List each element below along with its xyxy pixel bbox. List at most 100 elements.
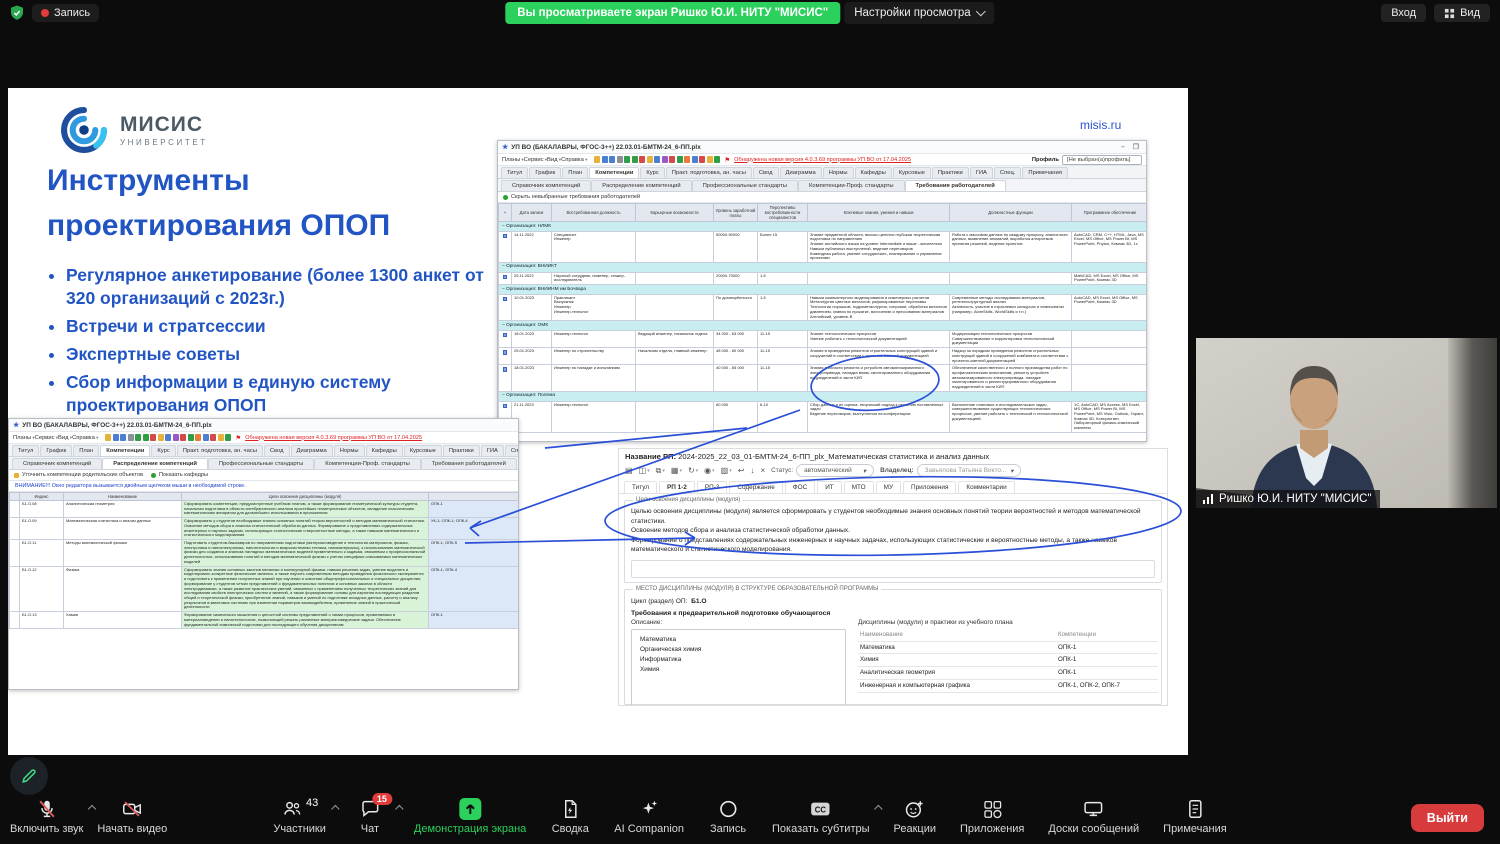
row-checkbox[interactable]: [503, 275, 508, 280]
share-screen-button[interactable]: Демонстрация экрана: [414, 797, 526, 835]
tab-Титул[interactable]: Титул: [624, 481, 657, 493]
profile-field[interactable]: Профиль [Не выбран(а)профиль]: [1032, 155, 1142, 165]
tab-ГИА[interactable]: ГИА: [481, 445, 504, 456]
owner-dropdown[interactable]: Владелец: Завьялова Татьяна Викто...▾: [880, 464, 1021, 477]
tab-МТО[interactable]: МТО: [844, 481, 874, 493]
security-shield-icon[interactable]: [8, 4, 26, 22]
tab-Практ. подготовка, ан. часы[interactable]: Практ. подготовка, ан. часы: [666, 167, 752, 178]
table-row[interactable]: 14.11.2022Специалист Инженер50000-90000Б…: [499, 231, 1148, 262]
tab-РП-3[interactable]: РП-3: [697, 481, 728, 493]
chevron-up-icon[interactable]: [331, 805, 339, 813]
menu-Справка[interactable]: Справка: [72, 435, 98, 441]
tab-Кафедры[interactable]: Кафедры: [855, 167, 892, 178]
tab-Практики[interactable]: Практики: [932, 167, 969, 178]
rp-tool-icon[interactable]: ▦▾: [671, 466, 682, 475]
rp-tool-icon[interactable]: ↓: [750, 466, 754, 475]
window-controls[interactable]: – ❐: [1121, 143, 1142, 151]
notes-button[interactable]: Примечания: [1163, 797, 1227, 835]
tab-Профессиональные стандарты[interactable]: Профессиональные стандарты: [692, 180, 798, 191]
whiteboards-button[interactable]: Доски сообщений: [1048, 797, 1139, 835]
rp-tool-icon[interactable]: ↻▾: [688, 466, 698, 475]
org-group-row[interactable]: – Организация: ВНИИНМ им Бочвара: [499, 285, 1148, 295]
refine-competencies-button[interactable]: Уточнить компетенции родительских объект…: [14, 472, 143, 478]
window-title-bar[interactable]: ★ УП ВО (БАКАЛАВРЫ, ФГОС-3++) 22.03.01-Б…: [9, 419, 518, 431]
chevron-up-icon[interactable]: [395, 805, 403, 813]
table-row[interactable]: Б1.О.08Аналитическая геометрияСформирова…: [10, 501, 520, 518]
tab-РП 1-2[interactable]: РП 1-2: [659, 481, 695, 493]
table-row[interactable]: 21.11.2023Инженер-технолог60 0006-10Сбор…: [499, 401, 1148, 432]
goals-text[interactable]: Целью освоения дисциплины (модуля) являе…: [631, 507, 1155, 555]
leave-button[interactable]: Выйти: [1411, 804, 1484, 832]
tab-Требования работодателей[interactable]: Требования работодателей: [905, 180, 1006, 191]
tab-Практ. подготовка, ан. часы[interactable]: Практ. подготовка, ан. часы: [177, 445, 263, 456]
show-departments-button[interactable]: Показать кафедры: [151, 472, 208, 478]
speaker-video-tile[interactable]: Ришко Ю.И. НИТУ "МИСИС": [1196, 338, 1497, 508]
tab-Распределение компетенций[interactable]: Распределение компетенций: [102, 458, 208, 469]
view-button[interactable]: Вид: [1434, 4, 1490, 22]
tab-Титул[interactable]: Титул: [501, 167, 528, 178]
tab-Компетенции[interactable]: Компетенции: [100, 445, 150, 456]
status-dropdown[interactable]: Статус: автоматический▾: [771, 464, 874, 477]
update-link[interactable]: Обнаружена новая версия 4.0.3.69 програм…: [734, 157, 911, 163]
tab-Титул[interactable]: Титул: [12, 445, 39, 456]
tab-Свод[interactable]: Свод: [264, 445, 290, 456]
mute-button[interactable]: Включить звук: [10, 797, 83, 835]
tab-Кафедры[interactable]: Кафедры: [366, 445, 403, 456]
table-row[interactable]: Б1.О.13ХимияФормирование химического мыш…: [10, 612, 520, 629]
menu-Вид[interactable]: Вид: [547, 157, 561, 163]
menu-Сервис[interactable]: Сервис: [35, 435, 58, 441]
row-checkbox[interactable]: [503, 297, 508, 302]
tab-Примечания[interactable]: Примечания: [1022, 167, 1067, 178]
tab-Курс[interactable]: Курс: [151, 445, 175, 456]
tab-Нормы[interactable]: Нормы: [823, 167, 854, 178]
tab-Компетенции-Проф. стандарты[interactable]: Компетенции-Проф. стандарты: [314, 458, 421, 469]
plan-row[interactable]: ХимияОПК-1: [858, 654, 1158, 667]
table-row[interactable]: 10.01.2023Практикант Выпускник Инженер И…: [499, 294, 1148, 321]
ai-companion-button[interactable]: AI Companion: [614, 797, 684, 835]
tab-Спец.[interactable]: Спец.: [505, 445, 519, 456]
rp-tool-icon[interactable]: ▤: [625, 466, 633, 475]
tab-Требования работодателей[interactable]: Требования работодателей: [421, 458, 517, 469]
row-checkbox[interactable]: [503, 404, 508, 409]
rp-tool-icon[interactable]: ↩: [738, 466, 745, 475]
rp-tool-icon[interactable]: ▧▾: [721, 466, 732, 475]
chevron-up-icon[interactable]: [88, 805, 96, 813]
tab-Справочник компетенций[interactable]: Справочник компетенций: [12, 458, 102, 469]
tab-ФОС[interactable]: ФОС: [785, 481, 815, 493]
tab-График[interactable]: График: [40, 445, 72, 456]
participants-button[interactable]: 43Участники: [273, 797, 326, 835]
tab-Свод[interactable]: Свод: [753, 167, 779, 178]
captions-button[interactable]: CCПоказать субтитры: [772, 797, 870, 835]
summary-button[interactable]: Сводка: [550, 797, 590, 835]
tab-Нормы[interactable]: Нормы: [334, 445, 365, 456]
table-row[interactable]: 25.11.2022Научный сотрудник, инженер, ст…: [499, 272, 1148, 284]
tab-МУ[interactable]: МУ: [876, 481, 901, 493]
toolbar-icons[interactable]: [594, 156, 720, 163]
apps-button[interactable]: Приложения: [960, 797, 1024, 835]
hide-unselected-button[interactable]: Скрыть невыбранные требования работодате…: [503, 194, 640, 200]
row-checkbox[interactable]: [503, 333, 508, 338]
tab-График[interactable]: График: [529, 167, 561, 178]
tab-Курсовые[interactable]: Курсовые: [404, 445, 442, 456]
menu-Справка[interactable]: Справка: [561, 157, 587, 163]
menu-Сервис[interactable]: Сервис: [524, 157, 547, 163]
rp-tool-icon[interactable]: ◉▾: [704, 466, 715, 475]
table-row[interactable]: 18.01.2023Инженер по наладке и испытания…: [499, 365, 1148, 392]
window-title-bar[interactable]: ★ УП ВО (БАКАЛАВРЫ, ФГОС-3++) 22.03.01-Б…: [498, 141, 1146, 153]
plan-row[interactable]: МатематикаОПК-1: [858, 642, 1158, 655]
org-group-row[interactable]: – Организация: ВНИИКТ: [499, 262, 1148, 272]
tab-Приложения[interactable]: Приложения: [903, 481, 956, 493]
plan-row[interactable]: Инженерная и компьютерная графикаОПК-1, …: [858, 680, 1158, 693]
plan-row[interactable]: Аналитическая геометрияОПК-1: [858, 667, 1158, 680]
record-button[interactable]: Запись: [708, 797, 748, 835]
tab-Диаграмма[interactable]: Диаграмма: [780, 167, 822, 178]
start-video-button[interactable]: Начать видео: [97, 797, 167, 835]
row-checkbox[interactable]: [503, 350, 508, 355]
tab-ГИА[interactable]: ГИА: [970, 167, 993, 178]
tab-Курсовые[interactable]: Курсовые: [893, 167, 931, 178]
toolbar-icons[interactable]: [105, 434, 231, 441]
chat-button[interactable]: Чат15: [350, 797, 390, 835]
description-box[interactable]: МатематикаОрганическая химияИнформатикаХ…: [631, 629, 846, 706]
rp-tool-icon[interactable]: ⧉▾: [656, 466, 665, 476]
tab-Распределение компетенций[interactable]: Распределение компетенций: [591, 180, 691, 191]
